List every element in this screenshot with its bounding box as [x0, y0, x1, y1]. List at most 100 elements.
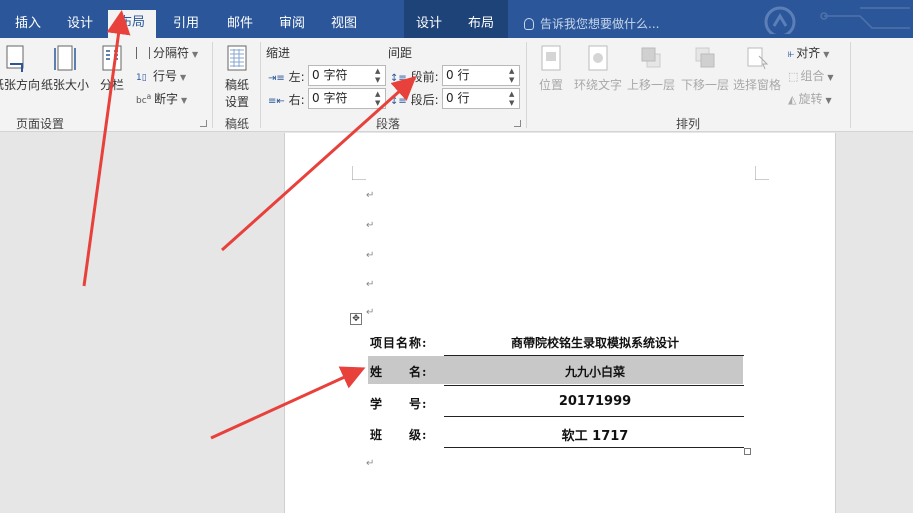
indent-left-input[interactable]: 0 字符 ▲ ▼ [308, 65, 386, 86]
position-icon [541, 45, 561, 71]
tab-references[interactable]: 引用 [166, 9, 206, 38]
table-cell-label[interactable]: 班 级: [370, 426, 427, 443]
table-cell-label[interactable]: 项目名称: [370, 334, 427, 351]
tab-insert[interactable]: 插入 [8, 9, 48, 38]
spacing-after-input[interactable]: 0 行 ▲ ▼ [442, 88, 520, 109]
spacing-after-icon: ↕≡ [390, 96, 407, 107]
page-size-icon [54, 45, 76, 71]
tab-review[interactable]: 审阅 [272, 9, 312, 38]
spacing-after-label: 段后: [410, 93, 439, 107]
tell-me-search[interactable]: 告诉我您想要做什么... [524, 15, 659, 32]
tab-mailings[interactable]: 邮件 [220, 9, 260, 38]
paragraph-mark: ↵ [366, 458, 375, 469]
table-row-border [444, 385, 744, 386]
selection-pane-icon [747, 47, 769, 70]
title-decoration [760, 4, 910, 34]
send-backward-button[interactable]: 下移一层 [680, 44, 730, 93]
breaks-icon [136, 47, 150, 59]
paragraph-mark: ↵ [366, 250, 375, 261]
spacing-before-icon: ↕≡ [390, 73, 407, 84]
indent-right-label: 右: [288, 93, 305, 107]
paragraph-mark: ↵ [366, 279, 375, 290]
rotate-button[interactable]: ◭ 旋转 ▼ [788, 90, 832, 107]
table-row-border [444, 355, 744, 356]
ribbon-panel: 纸张方向 纸张大小 分栏 分隔符▼ 1▯行号▼ bca断字▼ 页面设置 稿纸 设… [0, 38, 913, 132]
bring-forward-icon [641, 47, 661, 68]
hyphenation-button[interactable]: bca 断字 ▼ [136, 90, 187, 107]
chevron-down-icon: ▼ [825, 96, 832, 105]
breaks-label: 分隔符 [153, 46, 190, 60]
selection-pane-label: 选择窗格 [732, 78, 781, 92]
breaks-button[interactable]: 分隔符 ▼ [136, 44, 198, 61]
tab-view[interactable]: 视图 [324, 9, 364, 38]
line-numbers-button[interactable]: 1▯ 行号 ▼ [136, 67, 186, 84]
columns-button[interactable]: 分栏 [96, 44, 128, 93]
chevron-down-icon: ▼ [827, 73, 834, 82]
table-move-handle-icon[interactable]: ✥ [350, 313, 362, 325]
paragraph-group-label: 段落 [376, 117, 401, 131]
chevron-down-icon: ▼ [180, 73, 187, 82]
position-button[interactable]: 位置 [534, 44, 568, 93]
manuscript-label-2: 设置 [224, 95, 249, 109]
paragraph-mark: ↵ [366, 307, 375, 318]
align-button[interactable]: ⫦ 对齐 ▼ [788, 44, 829, 61]
bring-forward-button[interactable]: 上移一层 [626, 44, 676, 93]
columns-icon [102, 45, 122, 71]
paragraph-mark: ↵ [366, 190, 375, 201]
table-cell-value[interactable]: 软工 1717 [445, 425, 745, 444]
indent-left-icon: ⇥≡ [268, 73, 285, 84]
spinner-arrows-icon[interactable]: ▲ ▼ [509, 90, 517, 108]
send-backward-label: 下移一层 [680, 78, 729, 92]
manuscript-group-label: 稿纸 [225, 117, 250, 131]
send-backward-icon [695, 47, 715, 68]
lightbulb-icon [524, 18, 534, 30]
page-setup-dialog-launcher[interactable] [200, 120, 207, 127]
tab-layout[interactable]: 布局 [108, 10, 156, 38]
page-orientation-icon [6, 45, 24, 72]
table-row-border [444, 416, 744, 417]
tab-table-design[interactable]: 设计 [408, 9, 450, 38]
wrap-text-label: 环绕文字 [573, 78, 622, 92]
table-resize-handle[interactable] [744, 448, 751, 455]
rotate-icon: ◭ [788, 93, 797, 106]
spacing-before-value: 0 行 [446, 68, 470, 82]
columns-label: 分栏 [99, 78, 124, 92]
group-button[interactable]: ⬚ 组合 ▼ [788, 67, 834, 84]
indent-left-value: 0 字符 [312, 68, 348, 82]
indent-left-row: ⇥≡ 左: [268, 68, 305, 85]
spacing-after-row: ↕≡ 段后: [390, 91, 439, 108]
table-cell-value[interactable]: 九九小白菜 [445, 363, 745, 380]
wrap-text-icon [588, 45, 608, 71]
tab-table-layout[interactable]: 布局 [460, 9, 502, 38]
spinner-arrows-icon[interactable]: ▲ ▼ [375, 90, 383, 108]
table-row-border [444, 447, 744, 448]
spacing-before-label: 段前: [410, 70, 439, 84]
indent-right-value: 0 字符 [312, 91, 348, 105]
manuscript-settings-button[interactable]: 稿纸 设置 [220, 44, 254, 110]
table-cell-value[interactable]: 20171999 [445, 394, 745, 409]
size-label: 纸张大小 [40, 78, 89, 92]
table-cell-value[interactable]: 商帶院校铭生录取模拟系统设计 [445, 334, 745, 351]
size-button[interactable]: 纸张大小 [40, 44, 90, 93]
table-cell-label[interactable]: 姓 名: [370, 363, 427, 380]
group-label: 组合 [800, 69, 825, 83]
page-corner-mark [352, 166, 366, 180]
hyphenation-icon: bca [136, 92, 152, 106]
manuscript-icon [227, 45, 247, 71]
indent-right-input[interactable]: 0 字符 ▲ ▼ [308, 88, 386, 109]
spinner-arrows-icon[interactable]: ▲ ▼ [509, 67, 517, 85]
group-separator [260, 42, 261, 128]
selection-pane-button[interactable]: 选择窗格 [732, 44, 782, 93]
ribbon-tab-bar: 插入 设计 布局 引用 邮件 审阅 视图 设计 布局 告诉我您想要做什么... [0, 0, 913, 38]
spinner-arrows-icon[interactable]: ▲ ▼ [375, 67, 383, 85]
orientation-button[interactable]: 纸张方向 [0, 44, 40, 93]
spacing-before-input[interactable]: 0 行 ▲ ▼ [442, 65, 520, 86]
group-separator [526, 42, 527, 128]
group-separator [212, 42, 213, 128]
paragraph-dialog-launcher[interactable] [514, 120, 521, 127]
line-numbers-icon: 1▯ [136, 73, 147, 83]
table-cell-label[interactable]: 学 号: [370, 395, 427, 412]
align-icon: ⫦ [788, 47, 795, 60]
tab-design[interactable]: 设计 [60, 9, 100, 38]
wrap-text-button[interactable]: 环绕文字 [572, 44, 624, 93]
